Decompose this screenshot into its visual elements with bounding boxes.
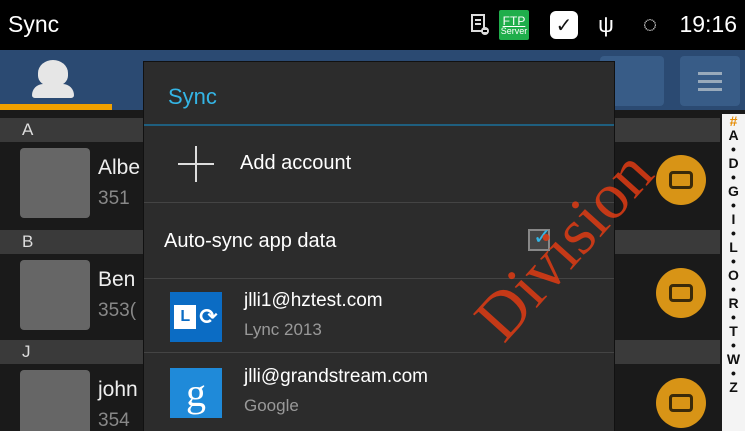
alphabet-index-letter[interactable]: # <box>722 114 745 128</box>
auto-sync-checkbox[interactable]: ✓ <box>528 224 551 251</box>
divider <box>144 278 614 279</box>
contact-name: john <box>98 378 138 401</box>
contact-name: Ben <box>98 268 136 291</box>
message-button[interactable] <box>656 268 706 318</box>
check-icon: ✓ <box>550 11 578 39</box>
alphabet-index-letter[interactable]: R <box>722 296 745 310</box>
add-account-button[interactable]: Add account <box>144 128 614 200</box>
lync-logo-icon: L ⟳ <box>170 292 222 342</box>
alphabet-index-letter[interactable]: • <box>722 198 745 212</box>
alphabet-index[interactable]: # A • D • G • I • L • O • R • T • W • Z <box>722 114 745 431</box>
alphabet-index-letter[interactable]: • <box>722 170 745 184</box>
add-account-label: Add account <box>240 152 352 174</box>
account-item-google[interactable]: g jlli@grandstream.com Google <box>144 358 614 428</box>
app-title: Sync <box>8 11 60 37</box>
sync-dialog: Sync Add account Auto-sync app data ✓ L ⟳… <box>144 62 614 431</box>
usb-icon: ψ <box>598 12 614 37</box>
checkmark-icon: ✓ <box>533 224 552 249</box>
alphabet-index-letter[interactable]: • <box>722 310 745 324</box>
alphabet-index-letter[interactable]: • <box>722 226 745 240</box>
message-button[interactable] <box>656 378 706 428</box>
avatar <box>20 370 90 431</box>
clock: 19:16 <box>679 11 737 37</box>
alphabet-index-letter[interactable]: • <box>722 338 745 352</box>
title-divider <box>144 124 614 126</box>
auto-sync-row[interactable]: Auto-sync app data ✓ <box>144 206 614 278</box>
person-head-icon <box>38 60 68 86</box>
contact-number: 353( <box>98 300 137 321</box>
document-minus-icon <box>470 12 490 38</box>
contacts-tab-icon[interactable] <box>8 54 112 106</box>
avatar <box>20 148 90 218</box>
alphabet-index-letter[interactable]: L <box>722 240 745 254</box>
account-email: jlli1@hztest.com <box>244 290 383 311</box>
alphabet-index-letter[interactable]: O <box>722 268 745 282</box>
menu-button[interactable] <box>680 56 740 106</box>
divider <box>144 352 614 353</box>
alphabet-index-letter[interactable]: A <box>722 128 745 142</box>
auto-sync-label: Auto-sync app data <box>164 230 337 252</box>
alphabet-index-letter[interactable]: • <box>722 282 745 296</box>
account-type: Google <box>244 396 299 415</box>
contact-number: 354 <box>98 410 130 431</box>
person-shoulders-icon <box>32 84 74 98</box>
alphabet-index-letter[interactable]: G <box>722 184 745 198</box>
alphabet-index-letter[interactable]: • <box>722 142 745 156</box>
alphabet-index-letter[interactable]: • <box>722 366 745 380</box>
alphabet-index-letter[interactable]: W <box>722 352 745 366</box>
alphabet-index-letter[interactable]: I <box>722 212 745 226</box>
message-icon <box>669 394 693 412</box>
google-logo-icon: g <box>170 368 222 418</box>
alphabet-index-letter[interactable]: T <box>722 324 745 338</box>
divider <box>144 202 614 203</box>
contact-number: 351 <box>98 188 130 209</box>
message-button[interactable] <box>656 155 706 205</box>
avatar <box>20 260 90 330</box>
message-icon <box>669 284 693 302</box>
account-email: jlli@grandstream.com <box>244 366 429 387</box>
sync-icon: ◌ <box>642 11 658 38</box>
dialog-title: Sync <box>168 84 217 109</box>
alphabet-index-letter[interactable]: Z <box>722 380 745 394</box>
account-type: Lync 2013 <box>244 320 322 339</box>
menu-icon <box>698 72 722 75</box>
message-icon <box>669 171 693 189</box>
account-item-lync[interactable]: L ⟳ jlli1@hztest.com Lync 2013 <box>144 282 614 352</box>
alphabet-index-letter[interactable]: D <box>722 156 745 170</box>
ftp-server-icon: FTP Server <box>499 10 529 40</box>
alphabet-index-letter[interactable]: • <box>722 254 745 268</box>
status-bar: Sync FTP Server ✓ ψ ◌ 19:16 <box>0 0 745 50</box>
contact-name: Albe <box>98 156 141 179</box>
plus-icon <box>178 146 214 182</box>
